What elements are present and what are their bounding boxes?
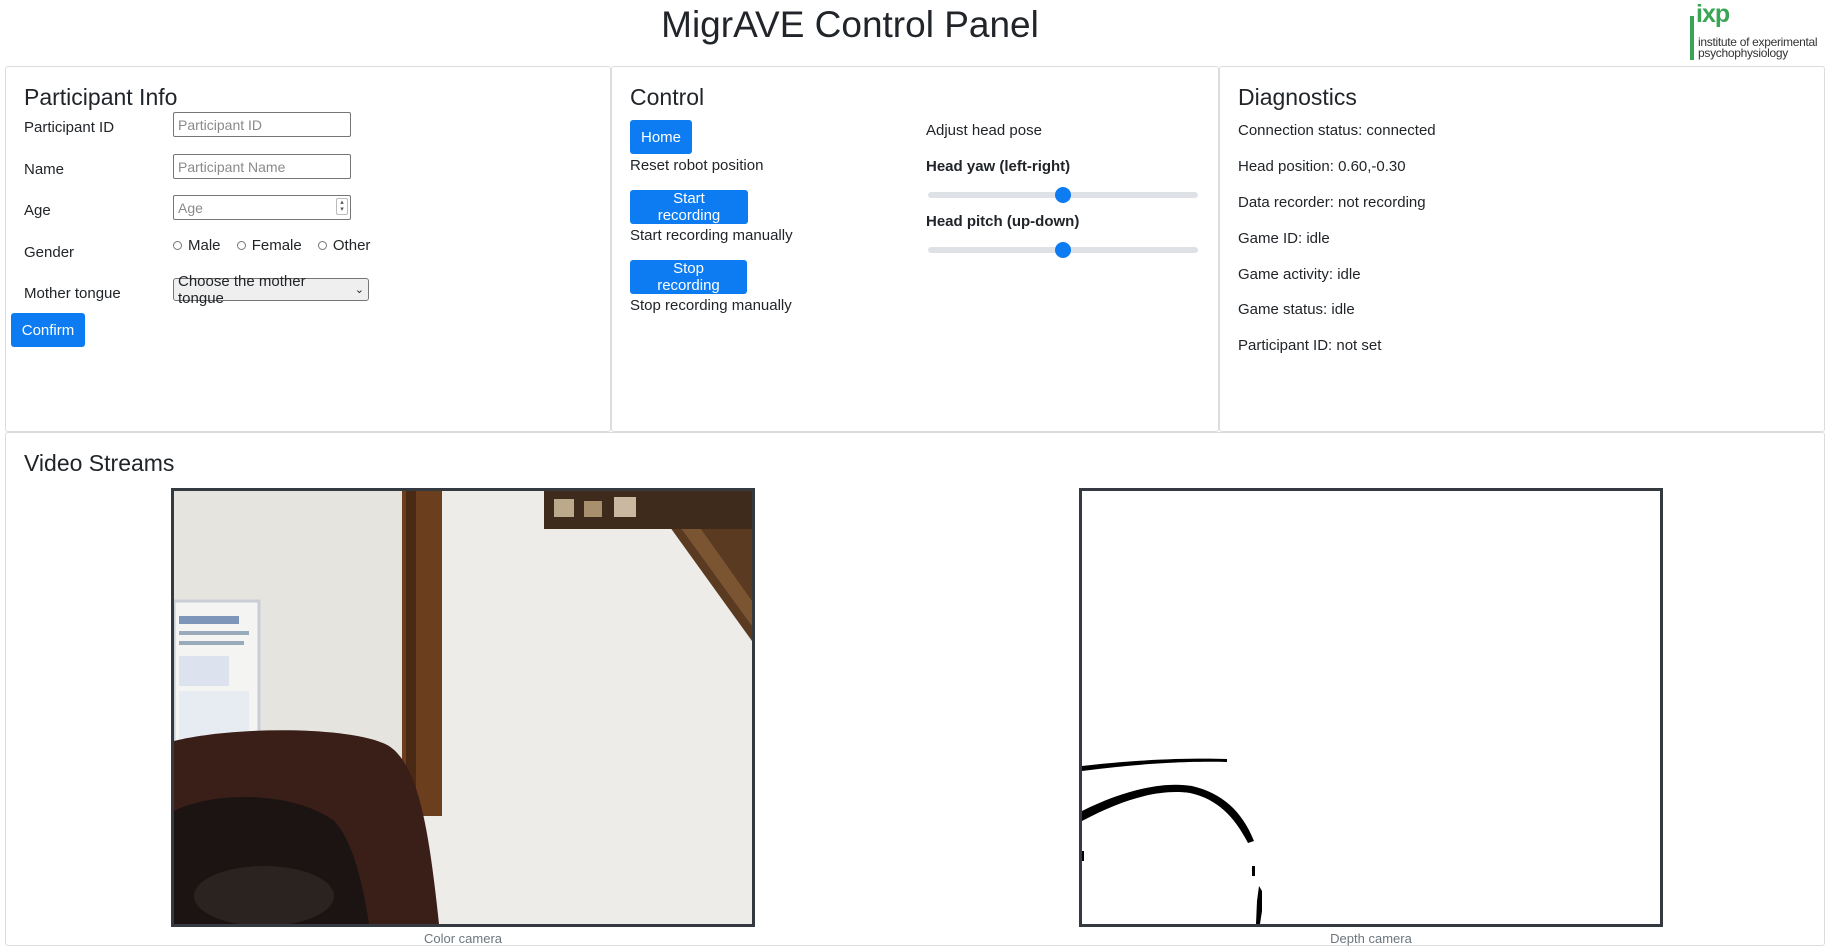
age-field: ▴▾ xyxy=(173,195,351,220)
depth-camera-feed xyxy=(1079,488,1663,927)
gender-option-other[interactable]: Other xyxy=(317,237,371,254)
color-camera-feed xyxy=(171,488,755,927)
home-button[interactable]: Home xyxy=(630,120,692,154)
diagnostics-title: Diagnostics xyxy=(1238,84,1357,110)
head-yaw-slider-thumb[interactable] xyxy=(1055,187,1071,203)
stop-recording-button[interactable]: Stop recording xyxy=(630,260,747,294)
head-yaw-slider[interactable] xyxy=(928,187,1198,203)
diag-connection-status: Connection status: connected xyxy=(1238,122,1436,139)
stop-recording-caption: Stop recording manually xyxy=(630,297,792,314)
diag-data-recorder: Data recorder: not recording xyxy=(1238,194,1426,211)
control-card: Control Home Reset robot position Start … xyxy=(611,66,1219,432)
diag-game-id: Game ID: idle xyxy=(1238,230,1330,247)
participant-id-label: Participant ID xyxy=(24,119,115,136)
gender-radio-group: Male Female Other xyxy=(173,237,382,254)
radio-button[interactable] xyxy=(236,241,246,250)
logo-bar xyxy=(1690,16,1694,60)
diag-game-status: Game status: idle xyxy=(1238,301,1355,318)
start-recording-caption: Start recording manually xyxy=(630,227,793,244)
logo-line-2: psychophysiology xyxy=(1698,46,1788,60)
diagnostics-card: Diagnostics Connection status: connected… xyxy=(1219,66,1825,432)
home-caption: Reset robot position xyxy=(630,157,764,174)
head-yaw-label: Head yaw (left-right) xyxy=(926,158,1071,175)
radio-button[interactable] xyxy=(173,241,182,250)
video-streams-card: Video Streams Color camera Depth camera xyxy=(5,432,1825,946)
diag-head-position: Head position: 0.60,-0.30 xyxy=(1238,158,1406,175)
control-title: Control xyxy=(630,84,705,110)
head-pitch-slider[interactable] xyxy=(928,242,1198,258)
depth-camera-image xyxy=(1082,491,1660,924)
gender-option-male[interactable]: Male xyxy=(173,237,221,254)
gender-option-label: Other xyxy=(332,237,371,254)
participant-info-card: Participant Info Participant ID Name Age… xyxy=(5,66,611,432)
gender-option-label: Female xyxy=(251,237,302,254)
chevron-down-icon: ⌄ xyxy=(354,284,364,296)
diag-game-activity: Game activity: idle xyxy=(1238,266,1361,283)
diag-participant-id: Participant ID: not set xyxy=(1238,337,1382,354)
participant-id-input[interactable] xyxy=(173,112,351,137)
age-input[interactable] xyxy=(173,195,351,220)
ixp-logo: ixp institute of experimental psychophys… xyxy=(1690,0,1822,60)
mother-tongue-selected: Choose the mother tongue xyxy=(178,272,306,307)
color-camera-caption: Color camera xyxy=(423,931,503,946)
age-stepper[interactable]: ▴ ▾ xyxy=(336,198,348,215)
head-pitch-label: Head pitch (up-down) xyxy=(926,213,1080,230)
mother-tongue-select[interactable]: Choose the mother tongue ⌄ xyxy=(173,273,369,307)
start-recording-button[interactable]: Start recording xyxy=(630,190,748,224)
participant-name-input[interactable] xyxy=(173,154,351,179)
app-title: MigrAVE Control Panel xyxy=(661,4,1039,45)
depth-camera-caption: Depth camera xyxy=(1330,931,1412,946)
head-pose-title: Adjust head pose xyxy=(926,122,1042,139)
color-camera-image xyxy=(174,491,752,924)
logo-text: institute of experimental psychophysiolo… xyxy=(1698,36,1818,60)
video-streams-title: Video Streams xyxy=(24,450,175,476)
head-pitch-slider-thumb[interactable] xyxy=(1055,242,1071,258)
gender-label: Gender xyxy=(24,244,75,261)
gender-option-female[interactable]: Female xyxy=(236,237,302,254)
confirm-button[interactable]: Confirm xyxy=(11,313,85,347)
age-label: Age xyxy=(24,202,51,219)
radio-button[interactable] xyxy=(317,241,327,250)
logo-mark: ixp xyxy=(1696,0,1730,28)
gender-option-label: Male xyxy=(188,237,221,254)
name-label: Name xyxy=(24,161,65,178)
participant-info-title: Participant Info xyxy=(24,84,178,110)
mother-tongue-label: Mother tongue xyxy=(24,285,121,302)
